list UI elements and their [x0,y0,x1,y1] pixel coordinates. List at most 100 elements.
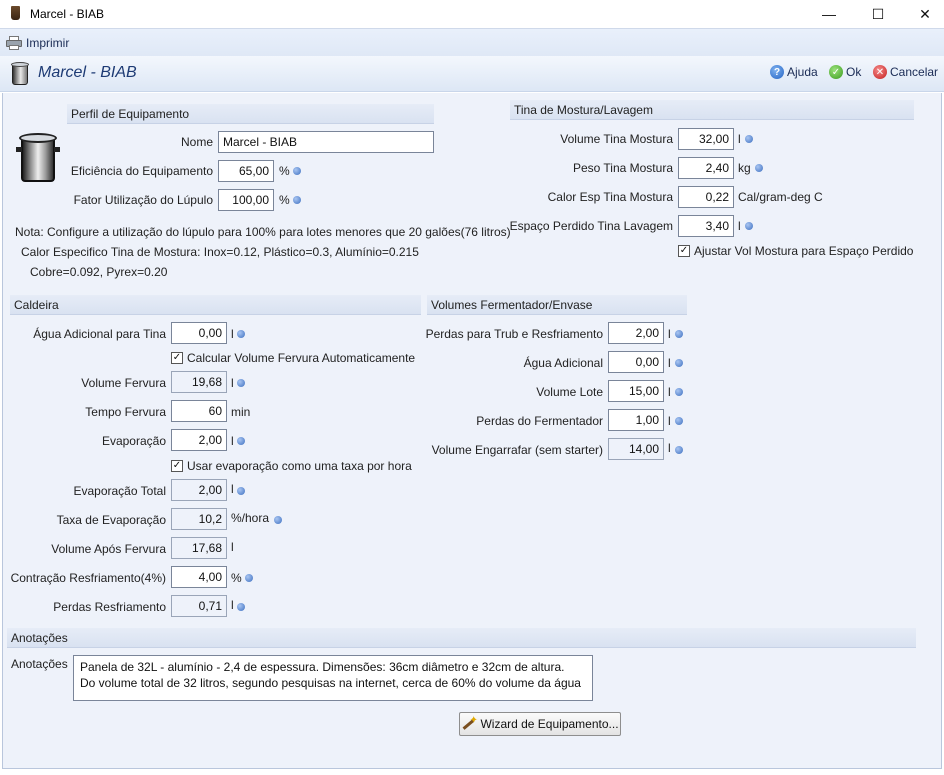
cooling-loss-field: 0,71 [171,595,227,617]
info-icon[interactable] [237,603,245,611]
checkbox-box[interactable]: ✓ [171,460,183,472]
content-panel: Perfil de Equipamento Nome Marcel - BIAB… [2,93,942,769]
batch-volume-label: Volume Lote [536,385,603,399]
checkbox-box[interactable]: ✓ [171,352,183,364]
boil-section-header: Caldeira [10,295,421,315]
printer-icon [6,36,22,50]
info-icon[interactable] [274,516,282,524]
boil-volume-unit: l [231,376,234,390]
efficiency-unit: % [279,164,290,178]
lauter-deadspace-field[interactable]: 3,40 [678,215,734,237]
info-icon[interactable] [755,164,763,172]
info-icon[interactable] [675,359,683,367]
additional-water-unit: l [231,327,234,341]
info-icon[interactable] [293,167,301,175]
trub-loss-field[interactable]: 2,00 [608,322,664,344]
hop-note: Nota: Configure a utilização do lúpulo p… [15,225,511,239]
maximize-button[interactable]: ☐ [855,0,901,28]
boil-volume-field: 19,68 [171,371,227,393]
info-icon[interactable] [675,417,683,425]
info-icon[interactable] [237,437,245,445]
lauter-deadspace-label: Espaço Perdido Tina Lavagem [509,219,673,233]
info-icon[interactable] [293,196,301,204]
info-icon[interactable] [237,487,245,495]
evaporation-field[interactable]: 2,00 [171,429,227,451]
mash-heat-field[interactable]: 0,22 [678,186,734,208]
batch-volume-unit: l [668,385,671,399]
batch-volume-field[interactable]: 15,00 [608,380,664,402]
notes-section-header: Anotações [7,628,916,648]
window-title: Marcel - BIAB [30,7,105,21]
kettle-icon [9,62,31,86]
mash-volume-field[interactable]: 32,00 [678,128,734,150]
post-boil-volume-unit: l [231,540,234,554]
top-up-water-label: Água Adicional [523,356,603,370]
ok-button[interactable]: ✓ Ok [829,65,861,79]
mash-weight-unit: kg [738,161,751,175]
evaporation-rate-unit: %/hora [231,511,270,525]
info-icon[interactable] [245,574,253,582]
specific-heat-note: Calor Especifico Tina de Mostura: Inox=0… [21,245,419,259]
mash-volume-label: Volume Tina Mostura [560,132,673,146]
cooling-loss-unit: l [231,598,234,612]
help-button[interactable]: ? Ajuda [770,65,818,79]
boil-time-label: Tempo Fervura [85,405,166,419]
notes-label: Anotações [11,657,68,671]
total-evaporation-label: Evaporação Total [73,484,166,498]
boil-time-field[interactable]: 60 [171,400,227,422]
top-up-water-field[interactable]: 0,00 [608,351,664,373]
info-icon[interactable] [745,135,753,143]
lauter-deadspace-unit: l [738,219,741,233]
total-evaporation-unit: l [231,482,234,496]
cancel-label: Cancelar [890,65,939,79]
notes-line: Do volume total de 32 litros, segundo pe… [80,676,581,690]
evap-rate-checkbox-label: Usar evaporação como uma taxa por hora [187,459,412,473]
post-boil-volume-field: 17,68 [171,537,227,559]
minimize-button[interactable]: — [806,0,852,28]
check-icon: ✓ [829,65,843,79]
equipment-wizard-button[interactable]: ✦ Wizard de Equipamento... [459,712,621,736]
name-label: Nome [180,135,213,149]
total-evaporation-field: 2,00 [171,479,227,501]
cancel-button[interactable]: ✕ Cancelar [873,65,938,79]
info-icon[interactable] [675,330,683,338]
info-icon[interactable] [745,222,753,230]
fermenter-loss-field[interactable]: 1,00 [608,409,664,431]
menu-bar: Imprimir [0,28,944,56]
additional-water-field[interactable]: 0,00 [171,322,227,344]
info-icon[interactable] [675,446,683,454]
info-icon[interactable] [237,379,245,387]
info-icon[interactable] [237,330,245,338]
trub-loss-label: Perdas para Trub e Resfriamento [425,327,603,341]
hop-utilization-field[interactable]: 100,00 [218,189,274,211]
adjust-mash-checkbox[interactable]: ✓ Ajustar Vol Mostura para Espaço Perdid… [678,244,913,258]
notes-textarea[interactable]: Panela de 32L - alumínio - 2,4 de espess… [73,655,593,701]
fermenter-loss-unit: l [668,414,671,428]
mash-heat-label: Calor Esp Tina Mostura [547,190,673,204]
cooling-shrinkage-field[interactable]: 4,00 [171,566,227,588]
header-bar: Marcel - BIAB ? Ajuda ✓ Ok ✕ Cancelar [0,56,944,92]
auto-boil-volume-label: Calcular Volume Fervura Automaticamente [187,351,416,365]
hop-utilization-label: Fator Utilização do Lúpulo [73,193,213,207]
name-field[interactable]: Marcel - BIAB [218,131,434,153]
header-title: Marcel - BIAB [38,64,137,81]
evaporation-rate-label: Taxa de Evaporação [56,513,166,527]
efficiency-field[interactable]: 65,00 [218,160,274,182]
info-icon[interactable] [675,388,683,396]
bottling-volume-unit: l [668,441,671,455]
checkbox-box[interactable]: ✓ [678,245,690,257]
mash-weight-field[interactable]: 2,40 [678,157,734,179]
auto-boil-volume-checkbox[interactable]: ✓ Calcular Volume Fervura Automaticament… [171,351,415,365]
additional-water-label: Água Adicional para Tina [33,327,166,341]
post-boil-volume-label: Volume Após Fervura [51,542,166,556]
mash-heat-unit: Cal/gram-deg C [738,190,823,204]
evap-rate-checkbox[interactable]: ✓ Usar evaporação como uma taxa por hora [171,459,412,473]
print-menu-item[interactable]: Imprimir [6,34,69,52]
wizard-label: Wizard de Equipamento... [480,717,619,731]
mash-volume-unit: l [738,132,741,146]
specific-heat-note-2: Cobre=0.092, Pyrex=0.20 [30,265,168,279]
cooling-loss-label: Perdas Resfriamento [53,600,166,614]
fermenter-section-header: Volumes Fermentador/Envase [427,295,687,315]
close-button[interactable]: ✕ [902,0,944,28]
fermenter-loss-label: Perdas do Fermentador [476,414,603,428]
